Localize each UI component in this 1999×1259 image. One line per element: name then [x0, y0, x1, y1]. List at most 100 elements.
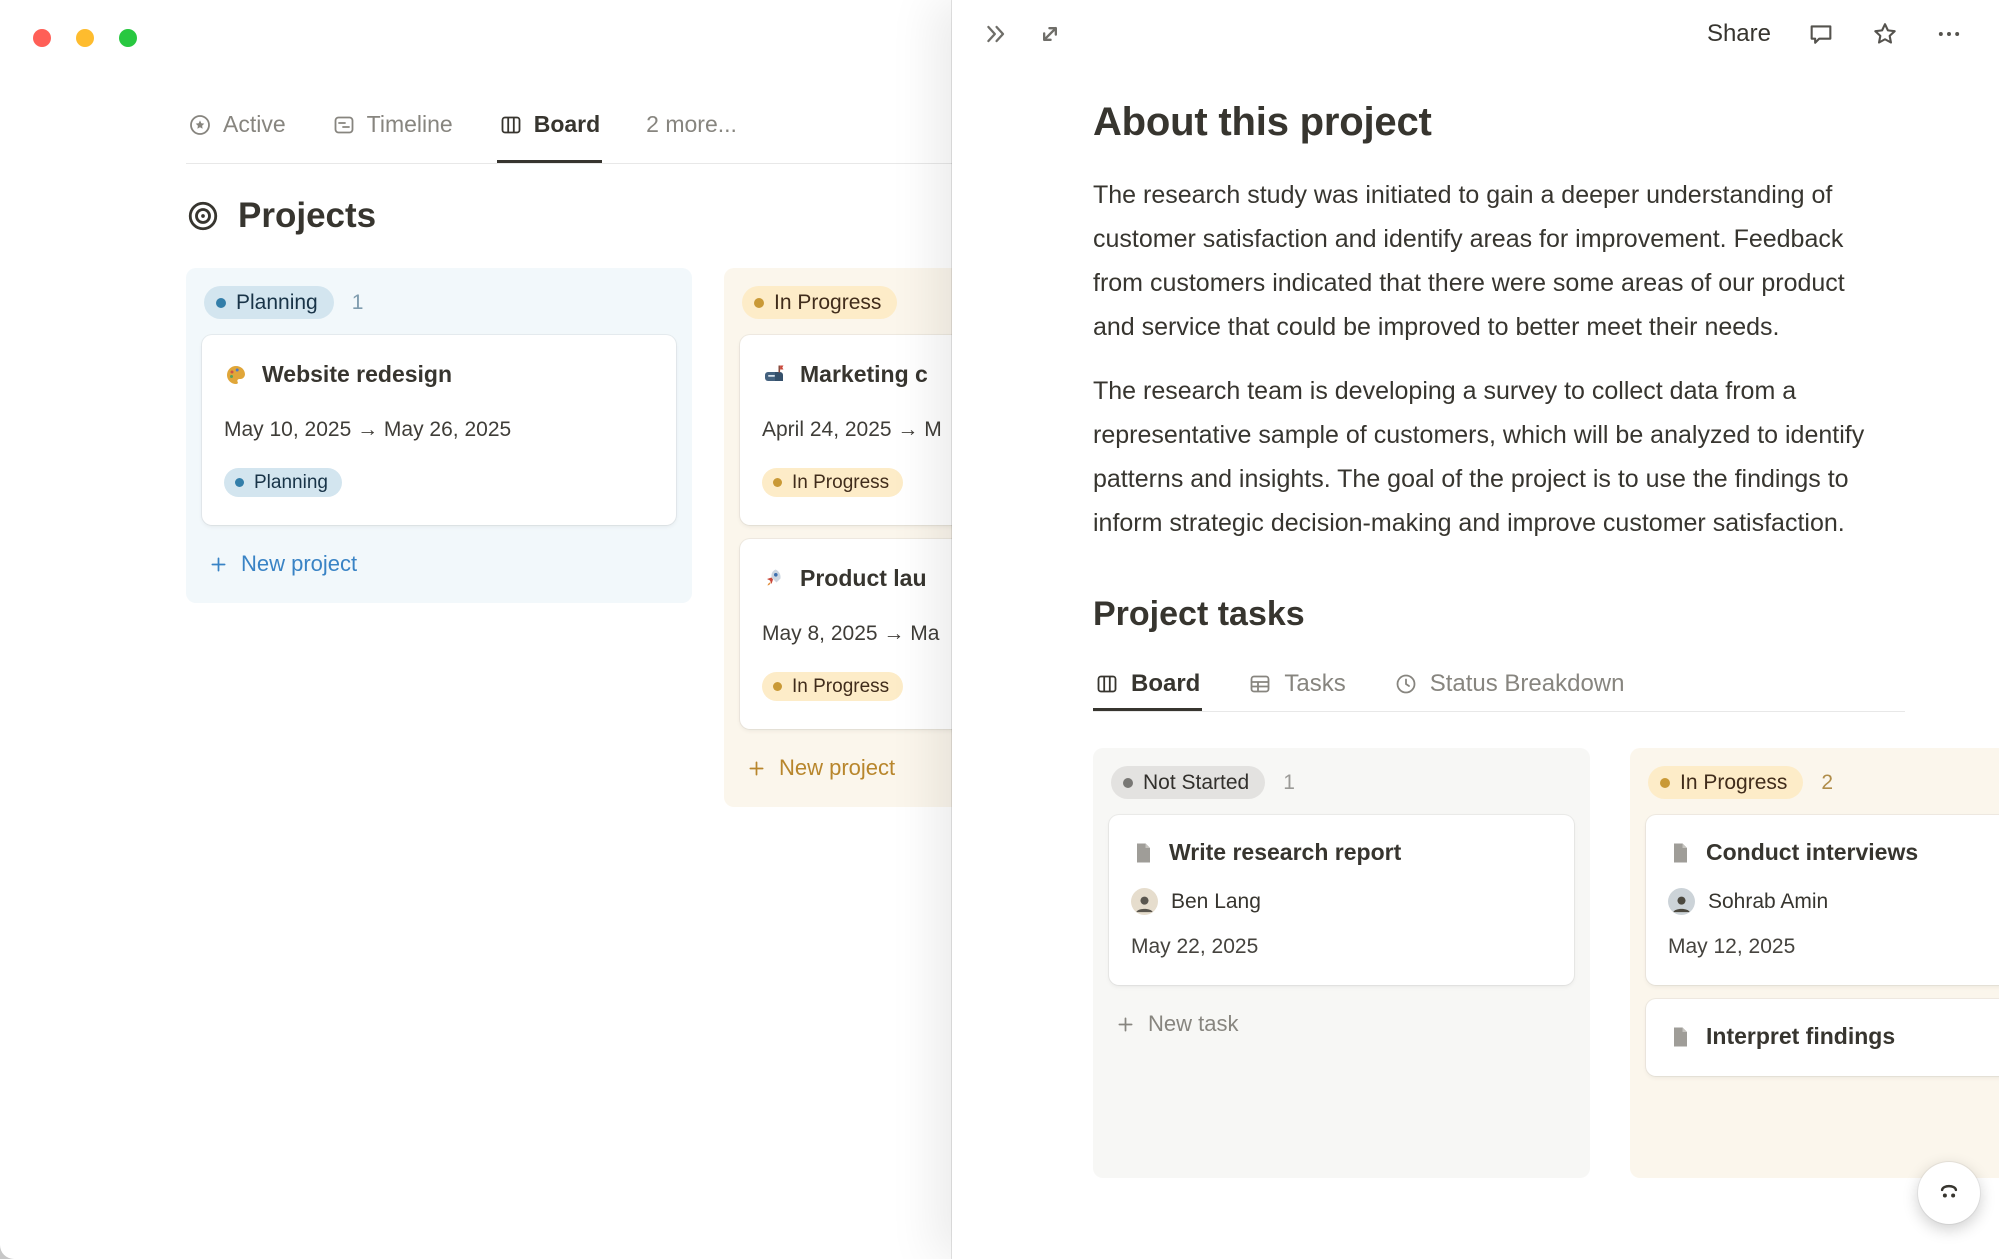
card-title-row: Conduct interviews: [1668, 839, 1999, 866]
tab-board-view[interactable]: Board: [497, 86, 602, 163]
tab-board[interactable]: Board: [1093, 656, 1202, 711]
status-dot: [235, 478, 244, 487]
status-dot: [773, 478, 782, 487]
status-dot: [1660, 778, 1670, 788]
page-content: About this project The research study wa…: [1093, 60, 1999, 1259]
status-dot: [216, 298, 226, 308]
comments-icon[interactable]: [1807, 20, 1835, 48]
starred-view-icon: [188, 113, 212, 137]
timeline-view-icon: [332, 113, 356, 137]
zoom-button[interactable]: [119, 29, 137, 47]
card-status-tag: In Progress: [762, 468, 903, 497]
assignee-name: Sohrab Amin: [1708, 890, 1828, 914]
tab-tasks[interactable]: Tasks: [1246, 656, 1347, 711]
new-project-label: New project: [779, 755, 895, 781]
favorite-star-icon[interactable]: [1871, 20, 1899, 48]
new-project-button[interactable]: New project: [196, 539, 682, 589]
status-label: In Progress: [774, 292, 881, 313]
project-card-website-redesign[interactable]: Website redesign May 10, 2025 → May 26, …: [202, 335, 676, 525]
status-label: In Progress: [1680, 772, 1787, 793]
tasks-view-tabs: Board Tasks Status Breakdown: [1093, 656, 1905, 712]
app-window: Active Timeline Board 2 more... Projects…: [0, 0, 1999, 1259]
more-options-icon[interactable]: [1935, 20, 1963, 48]
status-pill-planning[interactable]: Planning: [204, 286, 334, 319]
task-card-conduct-interviews[interactable]: Conduct interviews Sohrab Amin May 12, 2…: [1646, 815, 1999, 985]
card-date: May 12, 2025: [1668, 935, 1999, 959]
tasks-heading: Project tasks: [1093, 595, 1999, 634]
page-title: Projects: [238, 196, 376, 236]
status-dot: [754, 298, 764, 308]
card-title: Marketing c: [800, 361, 928, 388]
plus-icon: [208, 554, 229, 575]
tab-label: Board: [534, 111, 600, 138]
tab-status-breakdown[interactable]: Status Breakdown: [1392, 656, 1627, 711]
tab-label: Active: [223, 111, 286, 138]
column-count: 1: [352, 291, 364, 315]
avatar: [1668, 888, 1695, 915]
side-peek-panel: Share About this project The research st…: [952, 0, 1999, 1259]
clock-icon: [1394, 672, 1418, 696]
board-view-icon: [499, 113, 523, 137]
board-view-icon: [1095, 672, 1119, 696]
card-title-row: Write research report: [1131, 839, 1552, 866]
board-column-planning: Planning 1 Website redesign May 10, 2025…: [186, 268, 692, 603]
panel-toolbar-left: [982, 20, 1064, 48]
paragraph-1: The research study was initiated to gain…: [1093, 173, 1883, 349]
tag-label: Planning: [254, 473, 328, 492]
column-count: 2: [1821, 771, 1833, 795]
status-label: Not Started: [1143, 772, 1249, 793]
tag-label: In Progress: [792, 677, 889, 696]
paragraph-2: The research team is developing a survey…: [1093, 369, 1883, 545]
task-card-interpret-findings[interactable]: Interpret findings: [1646, 999, 1999, 1076]
new-task-button[interactable]: New task: [1103, 999, 1580, 1049]
share-button[interactable]: Share: [1707, 20, 1771, 48]
plus-icon: [1115, 1014, 1136, 1035]
tag-label: In Progress: [792, 473, 889, 492]
notion-ai-button[interactable]: [1918, 1162, 1980, 1224]
card-status-tag: Planning: [224, 468, 342, 497]
tab-label: Board: [1131, 670, 1200, 698]
target-icon: [186, 199, 220, 233]
close-side-peek-button[interactable]: [982, 20, 1010, 48]
tab-timeline-view[interactable]: Timeline: [330, 86, 455, 163]
assignee-name: Ben Lang: [1171, 890, 1261, 914]
mailbox-icon: [762, 363, 786, 387]
status-pill-in-progress[interactable]: In Progress: [1648, 766, 1803, 799]
card-title: Conduct interviews: [1706, 839, 1918, 866]
person-icon: [1670, 892, 1693, 915]
page-icon: [1131, 841, 1155, 865]
panel-toolbar-right: Share: [1707, 20, 1963, 48]
person-icon: [1133, 892, 1156, 915]
double-chevron-right-icon: [982, 20, 1010, 48]
status-dot: [773, 682, 782, 691]
tab-active-view[interactable]: Active: [186, 86, 288, 163]
tasks-board: Not Started 1 Write research report: [1093, 748, 1999, 1178]
card-title-row: Interpret findings: [1668, 1023, 1999, 1050]
card-date: May 22, 2025: [1131, 935, 1552, 959]
card-title: Website redesign: [262, 361, 452, 388]
assignee-row: Ben Lang: [1131, 888, 1552, 915]
task-card-write-research-report[interactable]: Write research report Ben Lang May 22, 2…: [1109, 815, 1574, 985]
new-project-label: New project: [241, 551, 357, 577]
palette-icon: [224, 363, 248, 387]
table-view-icon: [1248, 672, 1272, 696]
card-dates: May 10, 2025 → May 26, 2025: [224, 418, 654, 442]
close-button[interactable]: [33, 29, 51, 47]
window-controls: [33, 29, 137, 47]
column-header: Not Started 1: [1103, 756, 1580, 813]
page-heading: About this project: [1093, 100, 1999, 145]
status-pill-in-progress[interactable]: In Progress: [742, 286, 897, 319]
card-title: Product lau: [800, 565, 927, 592]
column-header: In Progress 2: [1640, 756, 1999, 813]
status-pill-not-started[interactable]: Not Started: [1111, 766, 1265, 799]
ai-face-icon: [1934, 1178, 1964, 1208]
status-label: Planning: [236, 292, 318, 313]
column-header: Planning 1: [196, 276, 682, 333]
expand-page-button[interactable]: [1036, 20, 1064, 48]
avatar: [1131, 888, 1158, 915]
tab-label: Tasks: [1284, 670, 1345, 698]
minimize-button[interactable]: [76, 29, 94, 47]
plus-icon: [746, 758, 767, 779]
rocket-icon: [762, 567, 786, 591]
tab-more-views[interactable]: 2 more...: [644, 86, 739, 163]
